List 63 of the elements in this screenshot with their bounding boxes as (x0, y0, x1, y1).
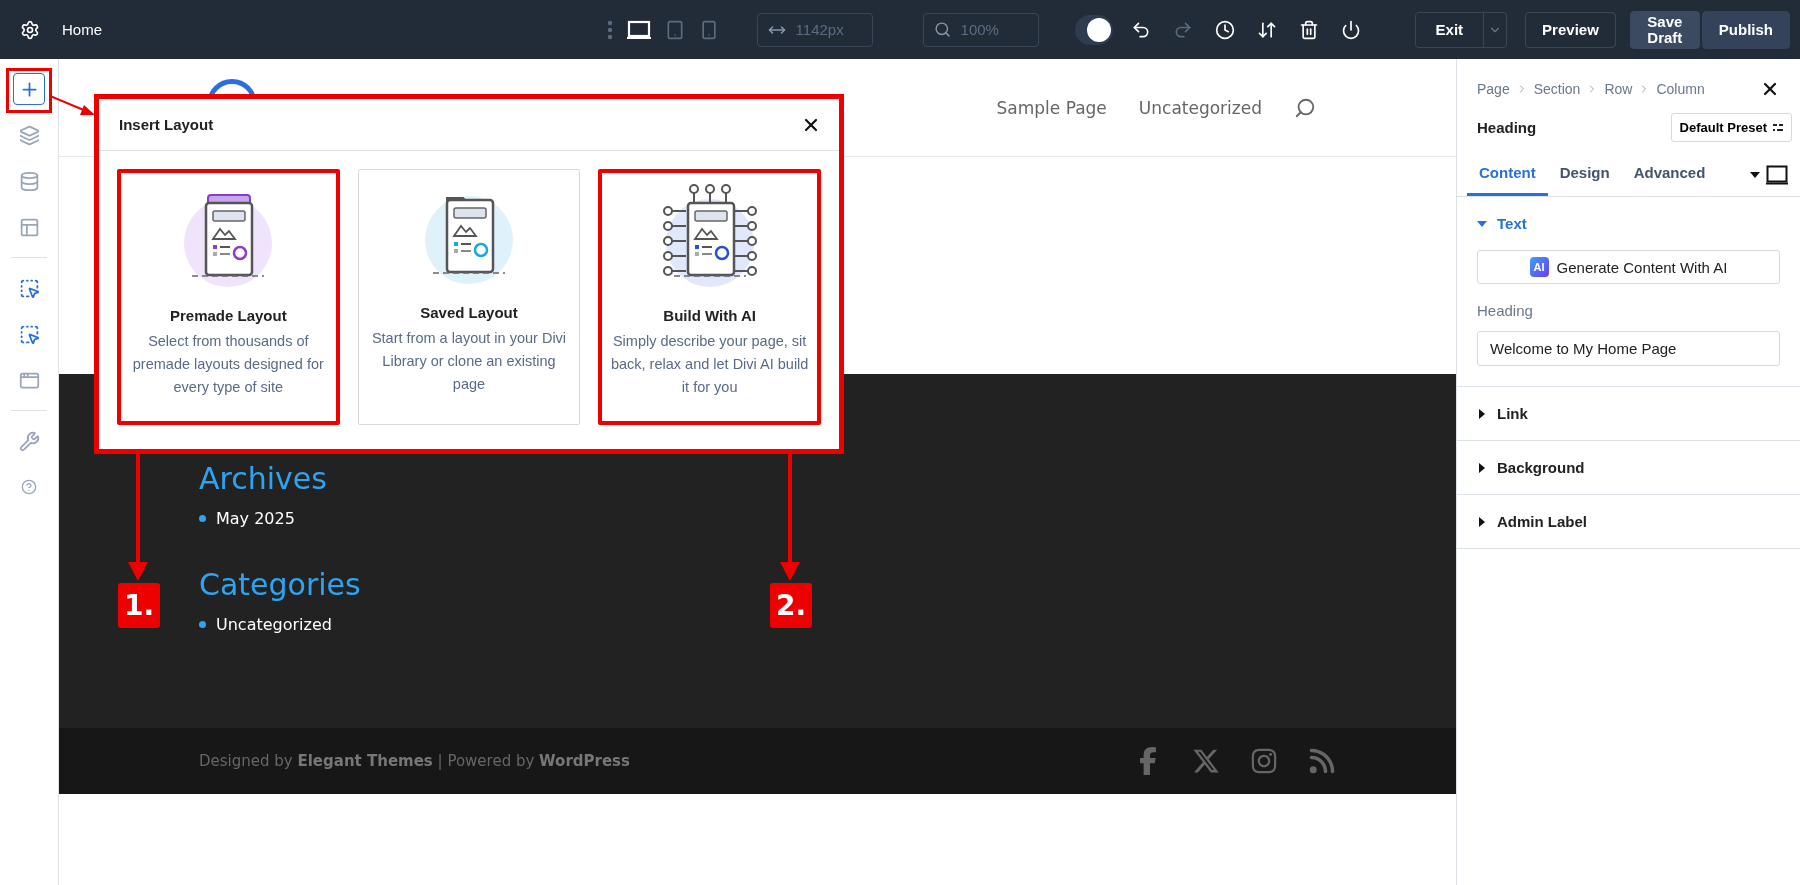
clock-icon[interactable] (1214, 19, 1235, 40)
widget-title: Categories (199, 568, 362, 601)
ai-badge: AI (1529, 257, 1549, 277)
layout-option-card[interactable]: Build With AI Simply describe your page, sit back, relax and let Divi AI build it for you (598, 169, 821, 425)
rss-icon[interactable] (1308, 747, 1336, 775)
preset-icon (1773, 123, 1783, 132)
nav-link[interactable]: Uncategorized (1138, 97, 1262, 118)
annotation-badge: 2. (770, 583, 813, 628)
caret-icon (1477, 516, 1487, 527)
desktop-view-icon[interactable] (1766, 165, 1788, 185)
settings-icon[interactable] (20, 19, 40, 40)
caret-icon[interactable] (1750, 172, 1760, 178)
layout-option-card[interactable]: Saved Layout Start from a layout in your Divi Library or clone an existing page (357, 169, 581, 425)
option-description: Simply describe your page, sit back, relax and let Divi AI build it for you (610, 332, 809, 398)
breadcrumb-link[interactable]: Row (1604, 81, 1633, 97)
field-label: Heading (1477, 302, 1534, 319)
caret-icon (1477, 218, 1487, 229)
bullet-icon (199, 515, 206, 522)
panel-tab[interactable]: Design (1547, 154, 1622, 196)
module-name: Heading (1477, 119, 1537, 136)
dialog-title: Insert Layout (119, 116, 214, 133)
page-title: Home (62, 21, 102, 38)
section-toggle[interactable]: Link (1457, 387, 1800, 440)
footer-credit: Designed by Elegant Themes | Powered by WordPress (199, 752, 630, 770)
search-icon[interactable] (1294, 96, 1316, 119)
preset-button[interactable]: Default Preset (1670, 113, 1792, 142)
preview-button[interactable]: Preview (1525, 11, 1616, 48)
panel-tab[interactable]: Content (1467, 154, 1548, 196)
section-toggle[interactable]: Background (1457, 441, 1800, 494)
caret-icon (1477, 462, 1487, 473)
widget-link[interactable]: Uncategorized (216, 615, 332, 634)
layout-option-card[interactable]: Premade Layout Select from thousands of premade layouts designed for every type of site (117, 169, 340, 425)
zoom-icon (933, 21, 951, 38)
section-toggle[interactable]: Text (1457, 197, 1800, 250)
widget-link[interactable]: May 2025 (216, 509, 295, 528)
breadcrumb-link[interactable]: Section (1533, 81, 1581, 97)
option-description: Start from a layout in your Divi Library or clone an existing page (370, 329, 568, 395)
trash-icon[interactable] (1298, 19, 1319, 40)
breadcrumb-link[interactable]: Page (1477, 81, 1510, 97)
more-icon[interactable] (606, 19, 613, 40)
option-title: Saved Layout (420, 304, 518, 321)
heading-input[interactable]: Welcome to My Home Page (1477, 331, 1780, 366)
instagram-icon[interactable] (1250, 747, 1278, 775)
caret-icon (1477, 408, 1487, 419)
publish-button[interactable]: Publish (1701, 10, 1790, 49)
bullet-icon (199, 621, 206, 628)
breadcrumb-link[interactable]: Column (1656, 81, 1705, 97)
widget-title: Archives (199, 462, 328, 495)
save-draft-button[interactable]: Save Draft (1629, 10, 1700, 49)
undo-icon[interactable] (1130, 19, 1151, 40)
option-title: Premade Layout (169, 307, 287, 324)
theme-toggle[interactable] (1074, 14, 1113, 45)
nav-link[interactable]: Sample Page (996, 97, 1107, 118)
option-title: Build With AI (663, 307, 756, 324)
annotation-badge: 1. (118, 583, 161, 628)
generate-ai-button[interactable]: AI Generate Content With AI (1477, 250, 1780, 284)
desktop-view-icon[interactable] (626, 19, 651, 40)
add-icon[interactable] (13, 73, 45, 105)
power-icon[interactable] (1340, 19, 1361, 40)
x-icon[interactable] (1192, 747, 1220, 775)
panel-tab[interactable]: Advanced (1621, 154, 1718, 196)
option-description: Select from thousands of premade layouts designed for every type of site (131, 332, 325, 398)
section-toggle[interactable]: Admin Label (1457, 495, 1800, 548)
